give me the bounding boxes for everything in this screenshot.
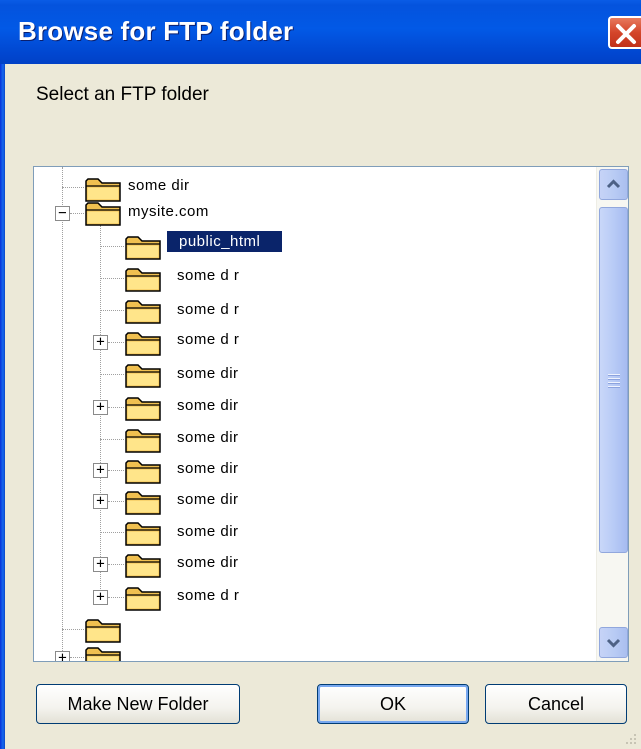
grip-line [608, 386, 620, 388]
folder-icon [125, 554, 161, 578]
folder-icon [125, 491, 161, 515]
folder-open-icon [85, 202, 121, 226]
chevron-up-icon [606, 179, 621, 189]
expand-toggle[interactable]: + [93, 400, 108, 415]
folder-icon [125, 429, 161, 453]
folder-icon [85, 619, 121, 643]
folder-icon [125, 460, 161, 484]
tree-connector-line [70, 213, 84, 214]
tree-node-label[interactable]: some d r [177, 587, 239, 604]
tree-connector-line [108, 564, 124, 565]
folder-icon [125, 236, 161, 260]
tree-node-label-selected[interactable]: public_html [167, 231, 283, 252]
tree-node-label[interactable]: mysite.com [128, 203, 209, 220]
scroll-up-button[interactable] [599, 169, 628, 200]
tree-node-label[interactable]: some d r [177, 301, 239, 318]
folder-icon [85, 647, 121, 661]
tree-connector-line [108, 342, 124, 343]
expand-toggle[interactable]: + [93, 590, 108, 605]
expand-toggle[interactable]: + [93, 557, 108, 572]
chevron-down-icon [606, 638, 621, 648]
window-frame [0, 64, 5, 749]
tree-connector-line [62, 167, 63, 661]
expand-toggle[interactable]: + [93, 463, 108, 478]
tree-connector-line [100, 439, 124, 440]
tree-node-label[interactable]: some dir [177, 491, 239, 508]
close-button[interactable] [608, 16, 641, 49]
tree-node-label[interactable]: some dir [177, 460, 239, 477]
title-bar[interactable]: Browse for FTP folder [0, 0, 641, 64]
tree-connector-line [100, 374, 124, 375]
grip-line [608, 374, 620, 376]
tree-connector-line [100, 532, 124, 533]
tree-connector-line [62, 629, 84, 630]
tree-connector-line [108, 597, 124, 598]
tree-connector-line [108, 407, 124, 408]
grip-line [608, 378, 620, 380]
expand-toggle[interactable]: + [93, 494, 108, 509]
tree-node-label[interactable]: some dir [177, 365, 239, 382]
tree-node-label[interactable]: some dir [177, 523, 239, 540]
expand-toggle[interactable]: + [93, 335, 108, 350]
tree-node-label[interactable]: some d r [177, 331, 239, 348]
folder-icon [125, 268, 161, 292]
tree-node-label[interactable]: some d r [177, 267, 239, 284]
folder-icon [125, 364, 161, 388]
browse-ftp-dialog: Browse for FTP folder Select an FTP fold… [0, 0, 641, 749]
folder-icon [125, 332, 161, 356]
tree-node-label[interactable]: some dir [177, 429, 239, 446]
scroll-down-button[interactable] [599, 627, 628, 658]
folder-icon [125, 522, 161, 546]
tree-connector-line [70, 657, 84, 658]
tree-connector-line [100, 310, 124, 311]
tree-view-area[interactable]: some dir − mysite.com public_html some d… [34, 167, 595, 661]
folder-tree[interactable]: some dir − mysite.com public_html some d… [33, 166, 629, 662]
tree-connector-line [100, 246, 124, 247]
make-new-folder-button[interactable]: Make New Folder [36, 684, 240, 724]
dialog-title: Browse for FTP folder [18, 16, 294, 46]
folder-icon [125, 587, 161, 611]
ok-button[interactable]: OK [317, 684, 469, 724]
tree-connector-line [100, 278, 124, 279]
scroll-thumb[interactable] [599, 207, 628, 553]
instruction-text: Select an FTP folder [36, 84, 209, 105]
expand-toggle[interactable]: + [55, 651, 70, 661]
tree-connector-line [62, 187, 84, 188]
folder-icon [125, 397, 161, 421]
folder-icon [125, 300, 161, 324]
close-icon [616, 24, 636, 44]
tree-connector-line [108, 501, 124, 502]
tree-node-label[interactable]: some dir [177, 397, 239, 414]
grip-line [608, 382, 620, 384]
cancel-button[interactable]: Cancel [485, 684, 627, 724]
collapse-toggle[interactable]: − [55, 206, 70, 221]
vertical-scrollbar[interactable] [596, 167, 628, 661]
tree-connector-line [108, 470, 124, 471]
tree-node-label[interactable]: some dir [177, 554, 239, 571]
tree-node-label[interactable]: some dir [128, 177, 190, 194]
resize-grip-icon[interactable] [622, 730, 638, 746]
